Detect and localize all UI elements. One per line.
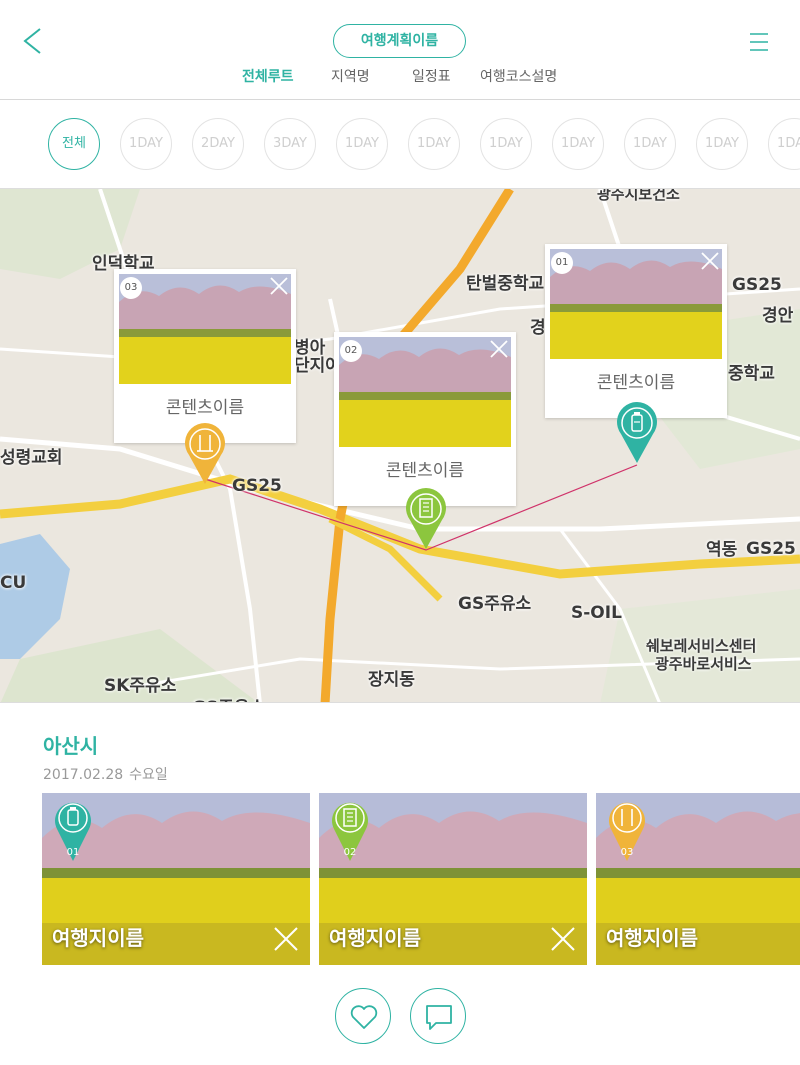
- destination-card[interactable]: 03 여행지이름: [596, 793, 800, 965]
- building-pin-icon: 02: [332, 802, 368, 861]
- map-label: 경: [530, 318, 546, 338]
- header: 여행계획이름 전체루트 지역명 일정표 여행코스설명: [0, 0, 800, 100]
- map-label: GS25: [746, 539, 796, 559]
- destination-name: 여행지이름: [606, 926, 698, 950]
- day-button[interactable]: 1DAY: [768, 118, 800, 170]
- day-button[interactable]: 1DAY: [120, 118, 172, 170]
- bottle-pin-icon: 01: [55, 802, 91, 861]
- map-label: 역동: [706, 540, 738, 560]
- day-button[interactable]: 2DAY: [192, 118, 244, 170]
- place-thumbnail: [119, 274, 291, 384]
- chevron-left-icon: [23, 28, 41, 54]
- close-icon: [490, 340, 508, 358]
- destination-card[interactable]: 02 여행지이름: [319, 793, 587, 965]
- map-label: 광주바로서비스: [655, 655, 752, 673]
- card-pin-building: 02: [331, 799, 369, 861]
- place-thumbnail: [550, 249, 722, 359]
- card-pin-number: 01: [67, 847, 80, 858]
- card-pin-number: 02: [344, 847, 357, 858]
- card-remove-button[interactable]: [549, 925, 577, 953]
- place-thumbnail: [339, 337, 511, 447]
- building-pin-icon: [406, 488, 446, 549]
- place-name: 콘텐츠이름: [165, 398, 245, 418]
- hamburger-menu-icon: [750, 33, 768, 51]
- destination-card-list: 01 여행지이름 02 여행지이름 03 여행지이름: [42, 793, 800, 965]
- tab-schedule[interactable]: 일정표: [412, 66, 451, 86]
- menu-button[interactable]: [748, 30, 772, 54]
- popup-close-button[interactable]: [268, 275, 290, 297]
- map-label: CU: [0, 573, 27, 593]
- place-name: 콘텐츠이름: [596, 373, 676, 393]
- map-label: GS주유소: [458, 594, 532, 614]
- comment-button[interactable]: [410, 988, 466, 1044]
- weekday: 수요일: [129, 767, 168, 783]
- like-button[interactable]: [335, 988, 391, 1044]
- day-all-button[interactable]: 전체: [48, 118, 100, 170]
- trip-plan-title[interactable]: 여행계획이름: [333, 24, 466, 58]
- day-button[interactable]: 1DAY: [336, 118, 388, 170]
- map-place-popup[interactable]: 02 콘텐츠이름: [334, 332, 516, 506]
- place-number-badge: 02: [340, 340, 362, 362]
- map-label: GS25: [232, 476, 282, 496]
- region-name: 아산시: [43, 734, 99, 758]
- popup-close-button[interactable]: [488, 338, 510, 360]
- tab-region[interactable]: 지역명: [331, 66, 370, 86]
- speech-bubble-icon: [426, 1005, 452, 1030]
- card-pin-bottle: 01: [54, 799, 92, 861]
- card-pin-restaurant: 03: [608, 799, 646, 861]
- tab-course-description[interactable]: 여행코스설명: [480, 66, 557, 86]
- map-label: SK주유소: [104, 676, 177, 696]
- map-pin-building[interactable]: [405, 488, 447, 550]
- card-pin-number: 03: [621, 847, 634, 858]
- destination-card[interactable]: 01 여행지이름: [42, 793, 310, 965]
- place-number-badge: 01: [551, 252, 573, 274]
- map-label: 중학교: [728, 364, 775, 384]
- heart-icon: [350, 1005, 378, 1029]
- close-icon: [270, 277, 288, 295]
- day-button[interactable]: 1DAY: [552, 118, 604, 170]
- bottle-pin-icon: [617, 402, 657, 463]
- card-remove-button[interactable]: [272, 925, 300, 953]
- trip-date: 2017.02.28 수요일: [43, 764, 168, 784]
- map-label: S-OIL: [571, 603, 622, 623]
- close-icon: [274, 927, 298, 951]
- map-pin-bottle[interactable]: [616, 402, 658, 464]
- map-label: 광주시보건소: [597, 188, 680, 203]
- place-name: 콘텐츠이름: [385, 461, 465, 481]
- date-value: 2017.02.28: [43, 767, 124, 783]
- map-place-popup[interactable]: 01 콘텐츠이름: [545, 244, 727, 418]
- tab-full-route[interactable]: 전체루트: [242, 66, 294, 86]
- map-pin-restaurant[interactable]: [184, 423, 226, 485]
- tab-bar: 전체루트 지역명 일정표 여행코스설명: [0, 66, 800, 92]
- map-label: GS25: [732, 275, 782, 295]
- map-place-popup[interactable]: 03 콘텐츠이름: [114, 269, 296, 443]
- map-label: 탄벌중학교: [466, 274, 545, 294]
- restaurant-pin-icon: 03: [609, 802, 645, 861]
- day-button[interactable]: 1DAY: [696, 118, 748, 170]
- map-label: 경안: [762, 306, 794, 326]
- day-button[interactable]: 1DAY: [480, 118, 532, 170]
- destination-name: 여행지이름: [329, 926, 421, 950]
- day-button[interactable]: 1DAY: [408, 118, 460, 170]
- restaurant-pin-icon: [185, 423, 225, 484]
- back-button[interactable]: [18, 26, 48, 56]
- close-icon: [701, 252, 719, 270]
- map-label: GS주유소: [192, 693, 265, 702]
- popup-close-button[interactable]: [699, 250, 721, 272]
- place-number-badge: 03: [120, 277, 142, 299]
- route-map[interactable]: 인덕학교 탄벌중학교 GS25 경 중학교 경안 병아 단지아 성령교회 GS2…: [0, 188, 800, 703]
- map-label: 성령교회: [0, 448, 63, 468]
- day-button[interactable]: 1DAY: [624, 118, 676, 170]
- day-button[interactable]: 3DAY: [264, 118, 316, 170]
- close-icon: [551, 927, 575, 951]
- map-label: 장지동: [368, 670, 415, 690]
- destination-name: 여행지이름: [52, 926, 144, 950]
- day-selector: 전체 1DAY 2DAY 3DAY 1DAY 1DAY 1DAY 1DAY 1D…: [0, 100, 800, 188]
